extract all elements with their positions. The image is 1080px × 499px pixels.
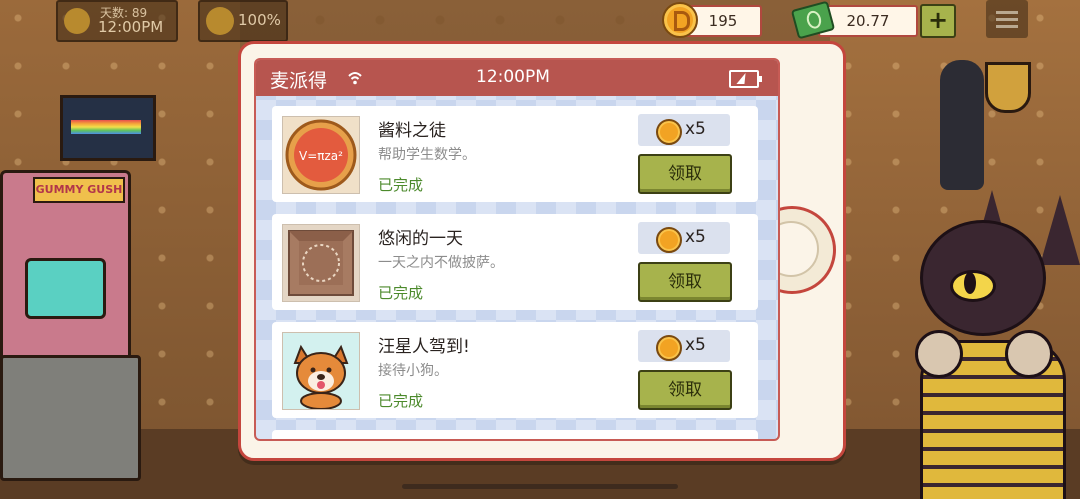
add-cash-button[interactable]: +	[920, 4, 956, 38]
coin-icon	[656, 335, 682, 361]
achievements-screen[interactable]: 麦派得 12:00PM V=πza² 酱料之徒 帮助学生数学。 已完成 x5 领…	[254, 58, 780, 441]
reward-badge: x5	[638, 222, 730, 254]
sun-icon	[64, 8, 90, 34]
app-name: 麦派得	[270, 70, 328, 92]
achievement-card: 悠闲的一天 一天之内不做披萨。 已完成 x5 领取	[272, 214, 758, 310]
achievement-card-partial	[272, 430, 758, 439]
coin-icon	[656, 227, 682, 253]
coin-icon	[656, 119, 682, 145]
menu-button[interactable]	[986, 0, 1028, 38]
trophy-icon	[985, 62, 1031, 113]
wifi-icon	[348, 72, 362, 85]
achievement-status: 已完成	[378, 176, 424, 194]
cat-clock-icon	[940, 60, 984, 190]
battery-charging-icon	[729, 70, 762, 88]
reward-amount: x5	[685, 119, 706, 139]
arcade-marquee: GUMMY GUSH	[33, 177, 125, 203]
smiley-face-icon	[206, 7, 234, 35]
achievement-status: 已完成	[378, 392, 424, 410]
achievement-card: V=πza² 酱料之徒 帮助学生数学。 已完成 x5 领取	[272, 106, 758, 202]
home-indicator[interactable]	[402, 484, 678, 489]
anubis-customer	[880, 190, 1080, 499]
day-counter: 天数: 89 12:00PM	[56, 0, 178, 42]
achievement-description: 帮助学生数学。	[378, 147, 476, 163]
achievement-card: 汪星人驾到! 接待小狗。 已完成 x5 领取	[272, 322, 758, 418]
shiba-dog-icon	[282, 332, 360, 410]
claim-button[interactable]: 领取	[638, 154, 732, 194]
achievement-title: 悠闲的一天	[378, 229, 463, 249]
nyan-cat-poster	[60, 95, 156, 161]
reward-badge: x5	[638, 114, 730, 146]
pizza-formula-icon: V=πza²	[282, 116, 360, 194]
reward-amount: x5	[685, 335, 706, 355]
arcade-screen	[25, 258, 106, 319]
reward-badge: x5	[638, 330, 730, 362]
achievement-description: 一天之内不做披萨。	[378, 255, 504, 271]
achievement-description: 接待小狗。	[378, 363, 448, 379]
cash-balance: 20.77 +	[790, 0, 962, 40]
reward-amount: x5	[685, 227, 706, 247]
pizza-formula-text: V=πza²	[299, 149, 343, 163]
coin-balance: 195	[662, 2, 764, 38]
status-time: 12:00PM	[476, 67, 550, 87]
empty-pizza-box-icon	[282, 224, 360, 302]
satisfaction-meter: 100%	[198, 0, 288, 42]
game-clock: 12:00PM	[98, 18, 164, 36]
claim-button[interactable]: 领取	[638, 370, 732, 410]
coin-icon	[662, 2, 698, 38]
satisfaction-value: 100%	[238, 11, 281, 29]
cash-register	[0, 355, 141, 481]
achievement-title: 汪星人驾到!	[378, 337, 470, 357]
tablet-status-bar: 麦派得 12:00PM	[256, 60, 778, 96]
claim-button[interactable]: 领取	[638, 262, 732, 302]
achievement-status: 已完成	[378, 284, 424, 302]
achievement-title: 酱料之徒	[378, 121, 446, 141]
